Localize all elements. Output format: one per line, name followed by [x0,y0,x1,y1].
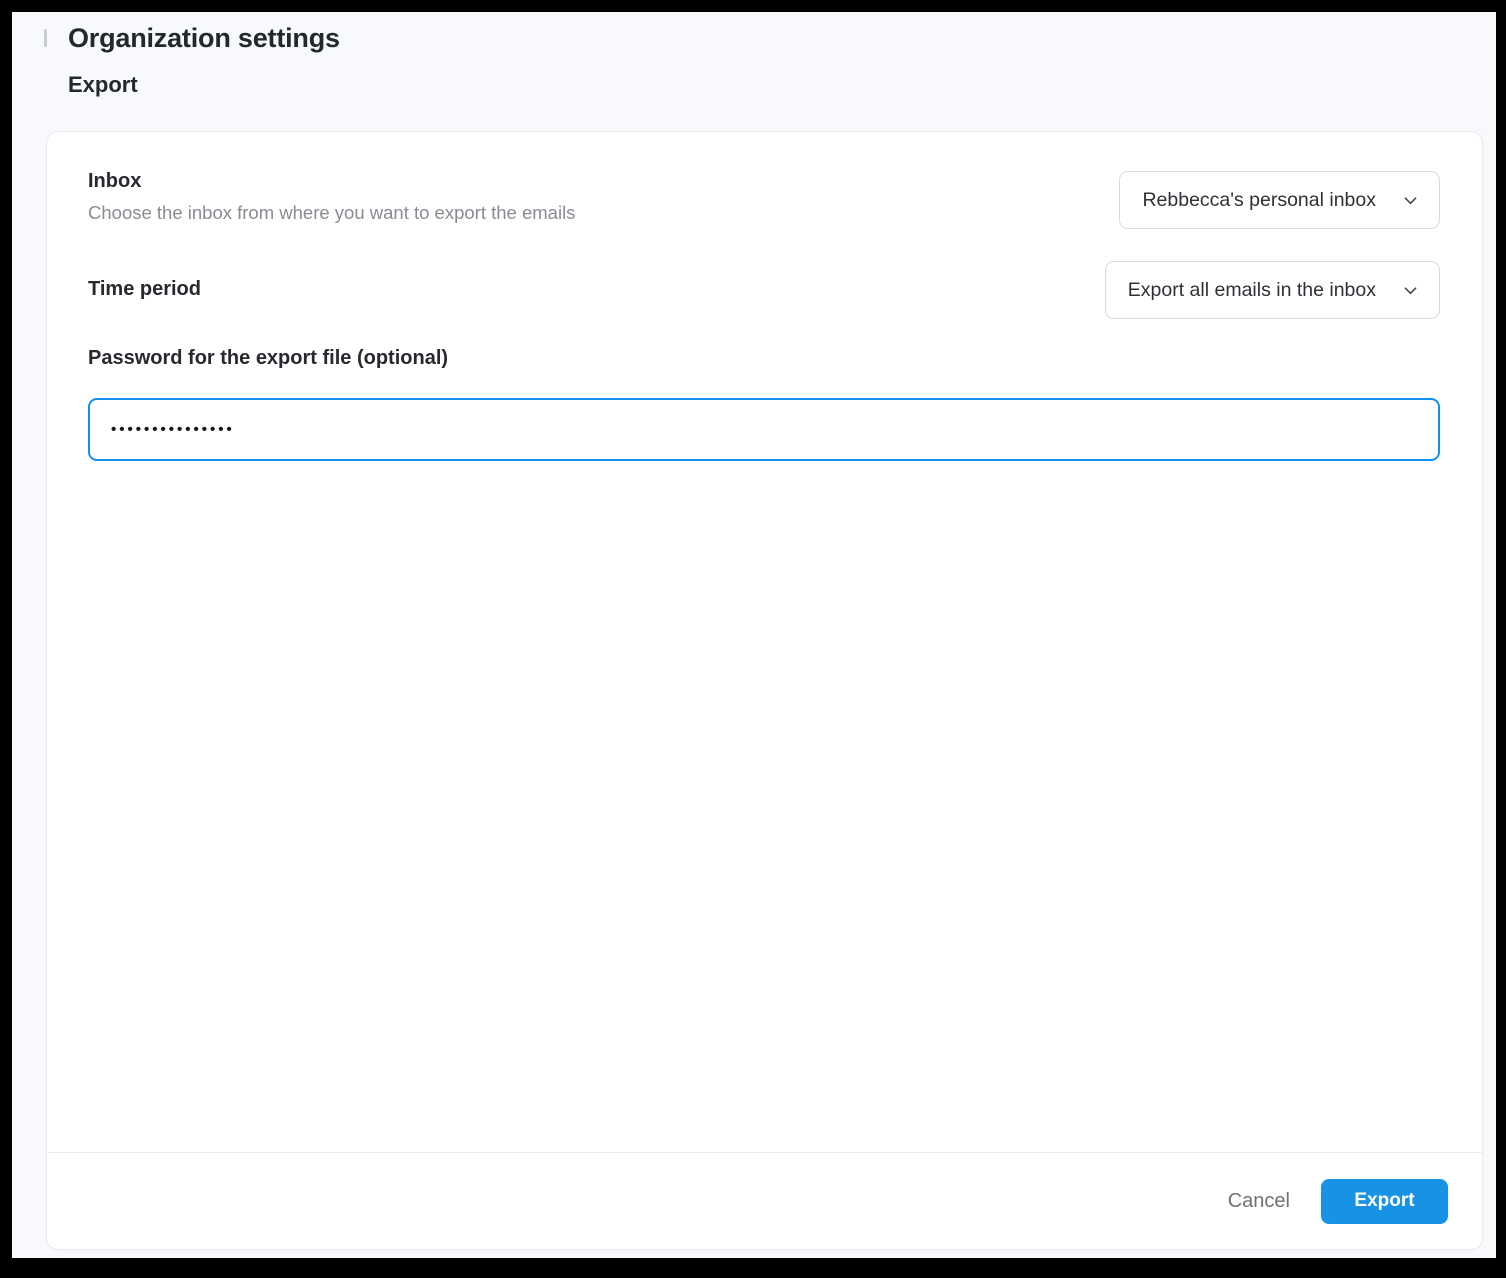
inbox-select[interactable]: Rebbecca's personal inbox [1119,171,1440,229]
password-label: Password for the export file (optional) [88,346,1440,370]
page-header: Organization settings [12,22,1496,54]
page-title: Organization settings [68,22,340,54]
inbox-description: Choose the inbox from where you want to … [88,202,575,224]
time-period-label: Time period [88,277,201,301]
inbox-row: Inbox Choose the inbox from where you wa… [88,169,1440,229]
password-input[interactable] [88,398,1440,461]
section-title: Export [68,72,1496,98]
export-button[interactable]: Export [1321,1179,1448,1224]
inbox-field-text: Inbox Choose the inbox from where you wa… [88,169,575,224]
export-form: Inbox Choose the inbox from where you wa… [47,132,1482,1152]
cancel-button[interactable]: Cancel [1214,1182,1304,1221]
card-footer: Cancel Export [47,1152,1482,1249]
time-period-select[interactable]: Export all emails in the inbox [1105,261,1440,319]
chevron-down-icon [1402,282,1419,299]
time-period-row: Time period Export all emails in the inb… [88,259,1440,319]
inbox-label: Inbox [88,169,575,193]
chevron-down-icon [1402,192,1419,209]
organization-settings-page: Organization settings Export Inbox Choos… [12,12,1496,1258]
sidebar-collapse-handle[interactable] [44,29,47,47]
inbox-select-value: Rebbecca's personal inbox [1142,189,1376,212]
export-settings-card: Inbox Choose the inbox from where you wa… [46,131,1483,1250]
time-period-select-value: Export all emails in the inbox [1128,279,1376,302]
